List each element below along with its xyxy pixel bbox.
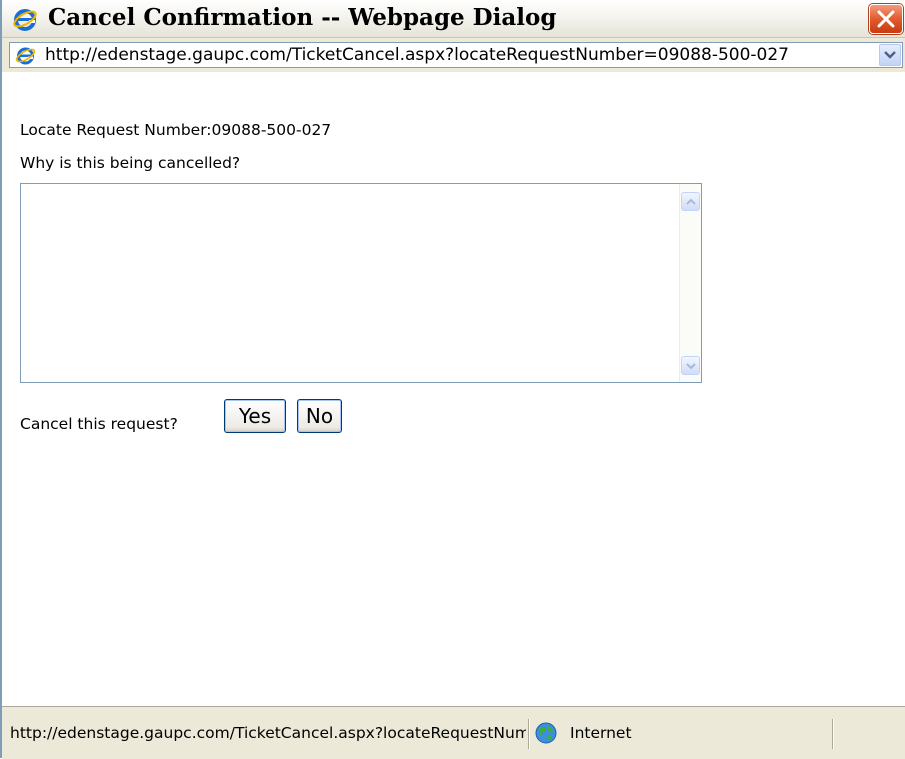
- chevron-down-icon: [884, 51, 896, 59]
- address-bar: http://edenstage.gaupc.com/TicketCancel.…: [2, 38, 905, 72]
- status-url: http://edenstage.gaupc.com/TicketCancel.…: [10, 724, 526, 742]
- ie-icon: [12, 6, 38, 32]
- confirm-question: Cancel this request?: [20, 415, 178, 433]
- reason-textarea-box: [20, 183, 702, 383]
- chevron-up-icon: [686, 198, 696, 205]
- address-url: http://edenstage.gaupc.com/TicketCancel.…: [45, 45, 789, 65]
- scroll-down-button[interactable]: [681, 356, 700, 375]
- status-separator: [832, 719, 834, 749]
- window-title: Cancel Confirmation -- Webpage Dialog: [48, 4, 557, 31]
- dialog-content: Locate Request Number:09088-500-027 Why …: [2, 72, 905, 706]
- ie-page-icon: [15, 45, 36, 66]
- yes-button[interactable]: Yes: [224, 399, 286, 433]
- close-icon: [877, 10, 895, 28]
- no-button[interactable]: No: [297, 399, 342, 433]
- title-bar[interactable]: Cancel Confirmation -- Webpage Dialog: [2, 0, 905, 38]
- address-field[interactable]: http://edenstage.gaupc.com/TicketCancel.…: [9, 42, 903, 68]
- globe-icon: [534, 721, 558, 745]
- dialog-window: Cancel Confirmation -- Webpage Dialog ht…: [0, 0, 905, 759]
- close-button[interactable]: [869, 4, 903, 34]
- chevron-down-icon: [686, 363, 696, 370]
- scroll-up-button[interactable]: [681, 192, 700, 211]
- status-zone-label: Internet: [570, 724, 632, 742]
- status-separator: [528, 719, 530, 749]
- address-dropdown-button[interactable]: [879, 44, 901, 66]
- status-bar: http://edenstage.gaupc.com/TicketCancel.…: [2, 706, 905, 759]
- reason-question: Why is this being cancelled?: [20, 154, 241, 172]
- reason-scrollbar[interactable]: [679, 184, 701, 382]
- reason-textarea[interactable]: [21, 184, 681, 382]
- locate-request-label: Locate Request Number:09088-500-027: [20, 121, 332, 139]
